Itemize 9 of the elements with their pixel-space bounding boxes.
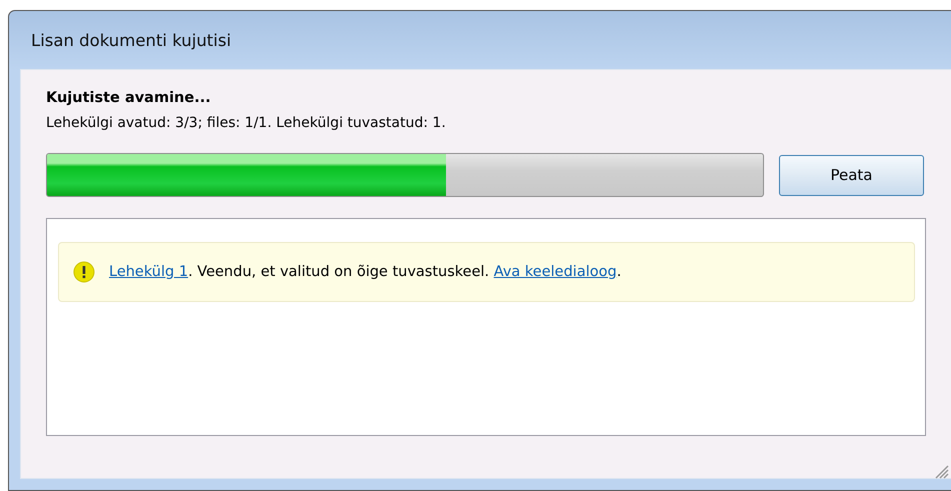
stop-button[interactable]: Peata xyxy=(779,154,924,196)
status-heading: Kujutiste avamine... xyxy=(46,90,211,106)
warning-message: Lehekülg 1. Veendu, et valitud on õige tuvastuskeel. Ava keeledialoog. xyxy=(109,264,622,280)
message-link[interactable]: Lehekülg 1 xyxy=(109,264,188,280)
resize-grip-icon[interactable] xyxy=(935,465,949,479)
message-link[interactable]: Ava keeledialoog xyxy=(494,264,617,280)
status-detail: Lehekülgi avatud: 3/3; files: 1/1. Lehekülgi tuvastatud: 1. xyxy=(46,115,446,131)
warning-icon xyxy=(73,261,95,283)
window-title: Lisan dokumenti kujutisi xyxy=(31,30,232,50)
